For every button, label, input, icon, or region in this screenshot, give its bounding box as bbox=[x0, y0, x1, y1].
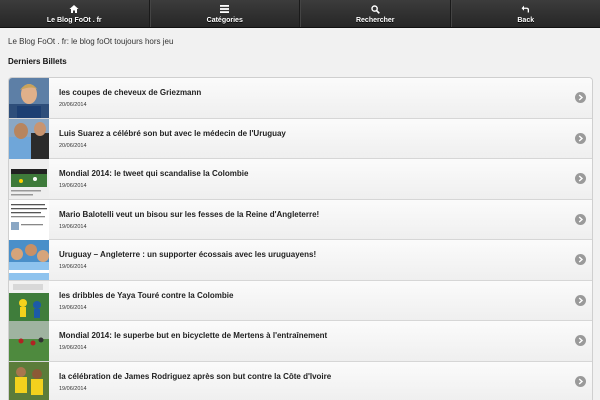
nav-back-label: Back bbox=[517, 16, 535, 24]
chevron-right-icon bbox=[575, 254, 586, 265]
list-item[interactable]: Mario Balotelli veut un bisou sur les fe… bbox=[9, 199, 592, 240]
post-title: les dribbles de Yaya Touré contre la Col… bbox=[59, 290, 234, 300]
post-title: la célébration de James Rodriguez après … bbox=[59, 371, 332, 381]
nav-categories-label: Catégories bbox=[206, 16, 243, 24]
site-description: Le Blog FoOt . fr: le blog foOt toujours… bbox=[8, 37, 174, 46]
nav-search-label: Rechercher bbox=[355, 16, 395, 24]
list-item[interactable]: les dribbles de Yaya Touré contre la Col… bbox=[9, 280, 592, 321]
post-date: 20/06/2014 bbox=[59, 142, 87, 149]
section-title: Derniers Billets bbox=[8, 57, 67, 66]
post-title: Uruguay – Angleterre : un supporter écos… bbox=[59, 250, 317, 259]
menu-icon bbox=[220, 4, 230, 15]
chevron-right-icon bbox=[575, 375, 586, 387]
post-thumbnail bbox=[9, 321, 49, 361]
post-thumbnail bbox=[9, 118, 49, 159]
post-date: 20/06/2014 bbox=[59, 102, 87, 108]
list-item[interactable]: Mondial 2014: le superbe but en bicyclet… bbox=[9, 321, 592, 362]
home-icon bbox=[69, 4, 79, 15]
post-date: 19/06/2014 bbox=[59, 385, 87, 392]
list-item[interactable]: Luis Suarez a célébré son but avec le mé… bbox=[9, 118, 592, 159]
post-thumbnail bbox=[9, 280, 49, 321]
top-navbar: Le Blog FoOt . fr Catégories Rechercher … bbox=[0, 0, 600, 28]
nav-home-button[interactable]: Le Blog FoOt . fr bbox=[0, 0, 150, 27]
nav-home-label: Le Blog FoOt . fr bbox=[46, 16, 102, 24]
post-date: 19/06/2014 bbox=[59, 183, 87, 189]
chevron-right-icon bbox=[575, 213, 586, 225]
chevron-right-icon bbox=[575, 92, 586, 103]
post-title: Luis Suarez a célébré son but avec le mé… bbox=[59, 128, 286, 138]
post-date: 19/06/2014 bbox=[59, 345, 87, 351]
chevron-right-icon bbox=[575, 132, 586, 144]
post-thumbnail bbox=[9, 78, 49, 118]
post-date: 19/06/2014 bbox=[59, 223, 87, 230]
post-title: Mondial 2014: le superbe but en bicyclet… bbox=[59, 331, 328, 340]
chevron-right-icon bbox=[575, 294, 586, 306]
post-title: Mondial 2014: le tweet qui scandalise la… bbox=[59, 169, 249, 178]
post-title: les coupes de cheveux de Griezmann bbox=[59, 88, 202, 97]
post-date: 19/06/2014 bbox=[59, 264, 87, 270]
post-title: Mario Balotelli veut un bisou sur les fe… bbox=[59, 209, 320, 219]
nav-categories-button[interactable]: Catégories bbox=[149, 0, 300, 27]
post-thumbnail bbox=[9, 199, 49, 240]
search-icon bbox=[371, 4, 380, 15]
nav-search-button[interactable]: Rechercher bbox=[300, 0, 451, 27]
post-date: 19/06/2014 bbox=[59, 304, 87, 311]
list-item[interactable]: Uruguay – Angleterre : un supporter écos… bbox=[9, 240, 592, 281]
posts-list: les coupes de cheveux de Griezmann 20/06… bbox=[8, 77, 593, 400]
list-item[interactable]: Mondial 2014: le tweet qui scandalise la… bbox=[9, 159, 592, 200]
post-thumbnail bbox=[9, 361, 49, 400]
chevron-right-icon bbox=[575, 335, 586, 346]
list-item[interactable]: les coupes de cheveux de Griezmann 20/06… bbox=[9, 78, 592, 119]
post-thumbnail bbox=[9, 240, 49, 280]
post-thumbnail bbox=[9, 159, 49, 199]
chevron-right-icon bbox=[575, 173, 586, 184]
list-item[interactable]: la célébration de James Rodriguez après … bbox=[9, 361, 592, 400]
back-icon bbox=[521, 4, 531, 15]
nav-back-button[interactable]: Back bbox=[450, 0, 600, 27]
